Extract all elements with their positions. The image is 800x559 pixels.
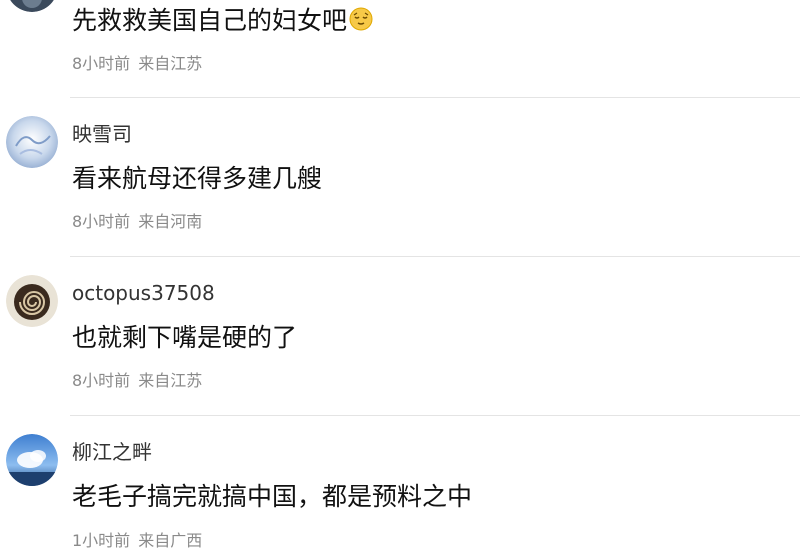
comment-location: 来自江苏 [138,54,203,73]
comment-time: 8小时前 [72,54,131,73]
comment-text: 先救救美国自己的妇女吧 [72,5,373,37]
comment-username[interactable]: 柳江之畔 [72,440,152,464]
comment-time: 8小时前 [72,212,131,231]
comment-meta: 1小时前 来自广西 [72,531,202,551]
comment-location: 来自广西 [138,531,203,550]
comment-text: 看来航母还得多建几艘 [72,164,323,193]
comment-time: 8小时前 [72,371,131,390]
comment-username[interactable]: octopus37508 [72,281,215,305]
comment-item: octopus37508 也就剩下嘴是硬的了 8小时前 来自江苏 [0,257,800,415]
avatar[interactable] [6,434,58,486]
comment-meta: 8小时前 来自江苏 [72,371,202,391]
comment-location: 来自江苏 [138,371,203,390]
comment-item: 先救救美国自己的妇女吧 8小时前 来自江苏 [0,0,800,97]
avatar[interactable] [6,275,58,327]
comment-meta: 8小时前 来自河南 [72,212,202,232]
comment-meta: 8小时前 来自江苏 [72,54,202,74]
avatar[interactable] [6,0,58,12]
comment-username[interactable]: 映雪司 [72,122,132,146]
comment-time: 1小时前 [72,531,131,550]
comment-item: 映雪司 看来航母还得多建几艘 8小时前 来自河南 [0,98,800,256]
avatar[interactable] [6,116,58,168]
sleeping-face-emoji-icon [349,7,373,31]
comment-text: 也就剩下嘴是硬的了 [72,323,298,352]
comment-text: 老毛子搞完就搞中国，都是预料之中 [72,482,473,511]
comment-list: 先救救美国自己的妇女吧 8小时前 来自江苏 映雪司 看来航母还得多建几艘 8小时… [0,0,800,559]
comment-location: 来自河南 [138,212,203,231]
comment-item: 柳江之畔 老毛子搞完就搞中国，都是预料之中 1小时前 来自广西 [0,416,800,559]
